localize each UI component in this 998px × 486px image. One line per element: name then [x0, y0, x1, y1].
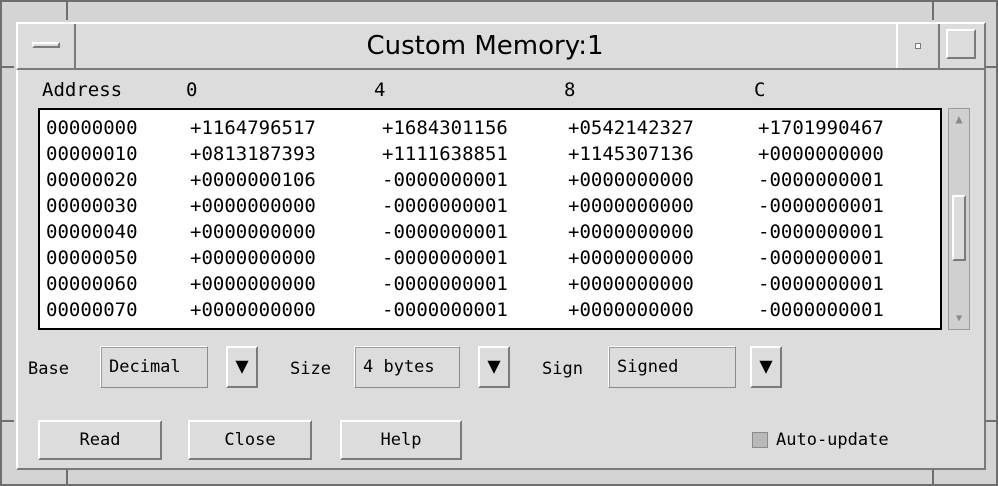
window-title: Custom Memory:1: [366, 31, 604, 61]
base-label: Base: [28, 359, 69, 379]
column-header-8: 8: [564, 79, 576, 101]
title-bar[interactable]: Custom Memory:1: [16, 22, 986, 70]
memory-cell[interactable]: +0000000000: [568, 168, 694, 192]
memory-cell[interactable]: +0000000106: [190, 168, 316, 192]
memory-cell[interactable]: -0000000001: [758, 220, 884, 244]
memory-cell[interactable]: -0000000001: [758, 194, 884, 218]
scroll-thumb[interactable]: [952, 195, 966, 261]
window-frame: Custom Memory:1 Address 0 4 8 C 00000000…: [0, 0, 998, 486]
row-address: 00000010: [46, 143, 138, 165]
memory-cell[interactable]: -0000000001: [382, 298, 508, 322]
help-button[interactable]: Help: [340, 420, 462, 460]
row-address: 00000020: [46, 169, 138, 191]
window-menu-icon: [32, 42, 60, 48]
minimize-icon: [915, 43, 921, 49]
window-menu-button[interactable]: [18, 24, 76, 68]
maximize-icon: [946, 29, 976, 59]
memory-cell[interactable]: +0542142327: [568, 116, 694, 140]
memory-cell[interactable]: +0000000000: [190, 272, 316, 296]
memory-cell[interactable]: +1164796517: [190, 116, 316, 140]
memory-cell[interactable]: +0000000000: [568, 298, 694, 322]
column-header-4: 4: [374, 79, 386, 101]
memory-cell[interactable]: -0000000001: [382, 168, 508, 192]
scroll-up-icon[interactable]: ▲: [951, 111, 967, 127]
column-header-0: 0: [186, 79, 198, 101]
memory-cell[interactable]: -0000000001: [382, 220, 508, 244]
scroll-down-icon[interactable]: ▼: [951, 311, 967, 327]
memory-cell[interactable]: -0000000001: [758, 246, 884, 270]
address-column-header: Address: [42, 79, 123, 101]
read-button[interactable]: Read: [38, 420, 162, 460]
row-address: 00000000: [46, 117, 138, 139]
memory-cell[interactable]: -0000000001: [382, 272, 508, 296]
size-dropdown-icon[interactable]: ▼: [478, 346, 510, 388]
vertical-scrollbar[interactable]: ▲ ▼: [948, 108, 970, 330]
memory-cell[interactable]: -0000000001: [758, 168, 884, 192]
memory-cell[interactable]: +1111638851: [382, 142, 508, 166]
memory-cell[interactable]: -0000000001: [382, 246, 508, 270]
sign-label: Sign: [542, 359, 583, 379]
size-select[interactable]: 4 bytes: [354, 346, 460, 388]
row-address: 00000050: [46, 247, 138, 269]
base-select[interactable]: Decimal: [100, 346, 208, 388]
memory-cell[interactable]: +0000000000: [568, 272, 694, 296]
memory-cell[interactable]: +0000000000: [190, 220, 316, 244]
memory-cell[interactable]: +0000000000: [568, 220, 694, 244]
column-header-c: C: [754, 79, 766, 101]
memory-cell[interactable]: +0000000000: [190, 194, 316, 218]
row-address: 00000060: [46, 273, 138, 295]
dialog-content: Address 0 4 8 C 00000000 +1164796517 +1684…: [16, 70, 986, 470]
size-label: Size: [290, 359, 331, 379]
row-address: 00000030: [46, 195, 138, 217]
memory-cell[interactable]: -0000000001: [382, 194, 508, 218]
memory-cell[interactable]: +0000000000: [758, 142, 884, 166]
minimize-button[interactable]: [896, 24, 938, 68]
memory-cell[interactable]: +1145307136: [568, 142, 694, 166]
sign-dropdown-icon[interactable]: ▼: [750, 346, 782, 388]
memory-grid[interactable]: 00000000 +1164796517 +1684301156 +054214232…: [38, 108, 942, 330]
row-address: 00000040: [46, 221, 138, 243]
auto-update-label: Auto-update: [776, 430, 889, 450]
auto-update-checkbox[interactable]: [752, 432, 768, 448]
maximize-button[interactable]: [938, 24, 984, 68]
base-dropdown-icon[interactable]: ▼: [226, 346, 258, 388]
row-address: 00000070: [46, 299, 138, 321]
memory-cell[interactable]: +0000000000: [190, 246, 316, 270]
memory-cell[interactable]: +0000000000: [190, 298, 316, 322]
memory-cell[interactable]: -0000000001: [758, 272, 884, 296]
close-button[interactable]: Close: [188, 420, 312, 460]
memory-cell[interactable]: +0813187393: [190, 142, 316, 166]
memory-cell[interactable]: +1701990467: [758, 116, 884, 140]
memory-cell[interactable]: +0000000000: [568, 246, 694, 270]
memory-cell[interactable]: +1684301156: [382, 116, 508, 140]
memory-cell[interactable]: -0000000001: [758, 298, 884, 322]
memory-cell[interactable]: +0000000000: [568, 194, 694, 218]
sign-select[interactable]: Signed: [608, 346, 736, 388]
